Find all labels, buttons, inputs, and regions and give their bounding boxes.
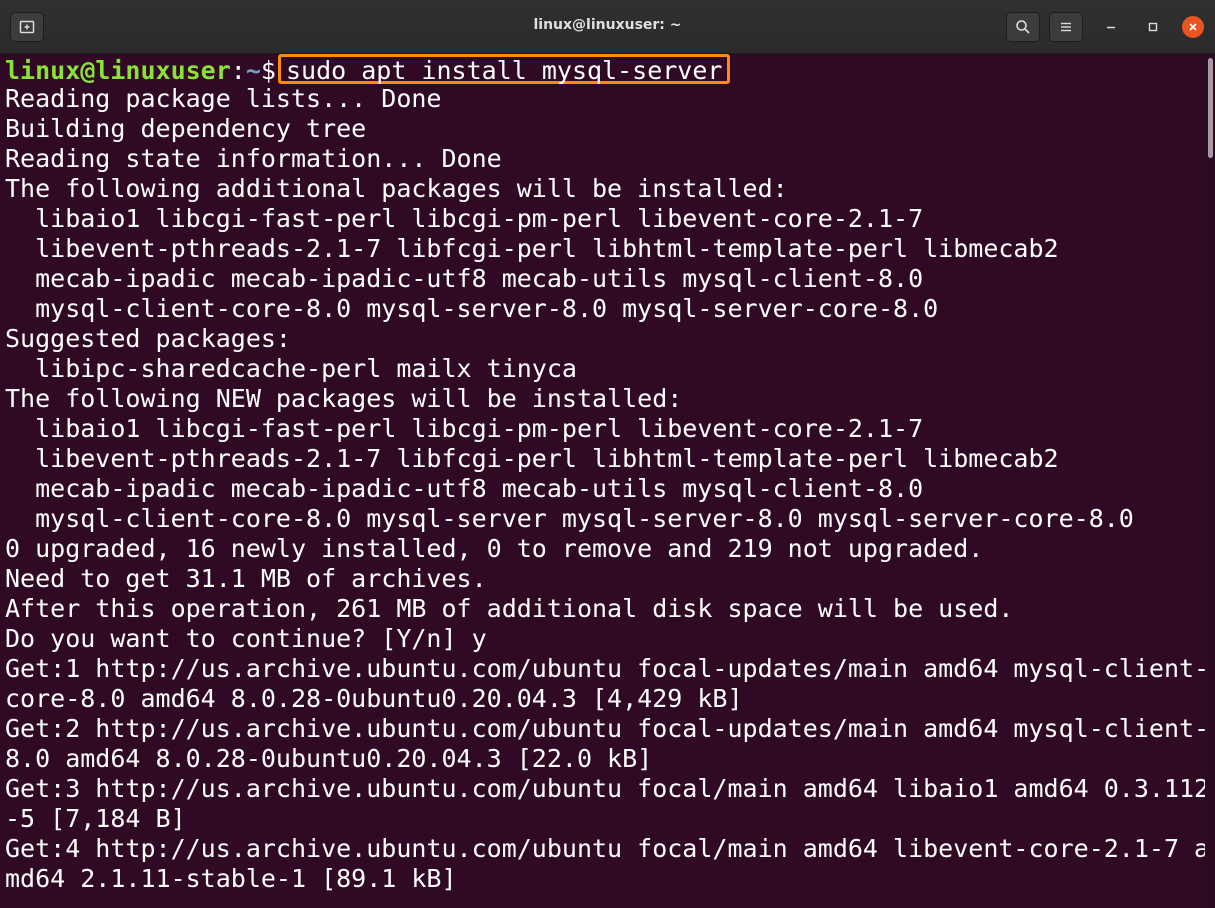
output-line: After this operation, 261 MB of addition… <box>5 594 1014 623</box>
output-line: mecab-ipadic mecab-ipadic-utf8 mecab-uti… <box>5 474 924 503</box>
output-line: libipc-sharedcache-perl mailx tinyca <box>5 354 577 383</box>
close-icon <box>1189 23 1197 31</box>
search-icon <box>1016 20 1030 34</box>
output-line: libevent-pthreads-2.1-7 libfcgi-perl lib… <box>5 234 1059 263</box>
output-line: Get:3 http://us.archive.ubuntu.com/ubunt… <box>5 774 1210 803</box>
output-line: libaio1 libcgi-fast-perl libcgi-pm-perl … <box>5 414 924 443</box>
output-line: mysql-client-core-8.0 mysql-server-8.0 m… <box>5 294 939 323</box>
output-line: Suggested packages: <box>5 324 291 353</box>
minimize-icon <box>1107 26 1115 29</box>
output-line: Building dependency tree <box>5 114 367 143</box>
search-button[interactable] <box>1006 12 1040 42</box>
output-line: mecab-ipadic mecab-ipadic-utf8 mecab-uti… <box>5 264 924 293</box>
terminal-window: linux@linuxuser: ~ linux@linuxuser:~$ su… <box>0 0 1215 908</box>
output-line: Reading state information... Done <box>5 144 502 173</box>
highlighted-command: sudo apt install mysql-server <box>277 54 731 85</box>
close-button[interactable] <box>1182 16 1204 38</box>
output-line: md64 2.1.11-stable-1 [89.1 kB] <box>5 864 457 893</box>
prompt-symbol: $ <box>260 56 276 85</box>
output-line: libevent-pthreads-2.1-7 libfcgi-perl lib… <box>5 444 1059 473</box>
hamburger-menu-icon <box>1061 22 1071 32</box>
output-line: Get:2 http://us.archive.ubuntu.com/ubunt… <box>5 714 1210 743</box>
output-line: mysql-client-core-8.0 mysql-server mysql… <box>5 504 1134 533</box>
menu-button[interactable] <box>1049 12 1083 42</box>
output-line: Get:1 http://us.archive.ubuntu.com/ubunt… <box>5 654 1210 683</box>
maximize-button[interactable] <box>1142 16 1164 38</box>
minimize-button[interactable] <box>1100 16 1122 38</box>
output-line: -5 [7,184 B] <box>5 804 186 833</box>
output-line: Reading package lists... Done <box>5 84 442 113</box>
vertical-scrollbar[interactable] <box>1205 54 1215 908</box>
prompt-line: linux@linuxuser:~$ sudo apt install mysql… <box>5 54 731 85</box>
output-line: The following NEW packages will be insta… <box>5 384 683 413</box>
scrollbar-thumb[interactable] <box>1208 58 1213 158</box>
output-line: 0 upgraded, 16 newly installed, 0 to rem… <box>5 534 984 563</box>
output-line: 8.0 amd64 8.0.28-0ubuntu0.20.04.3 [22.0 … <box>5 744 653 773</box>
output-line: core-8.0 amd64 8.0.28-0ubuntu0.20.04.3 [… <box>5 684 743 713</box>
prompt-separator: : <box>230 56 246 85</box>
output-line: libaio1 libcgi-fast-perl libcgi-pm-perl … <box>5 204 924 233</box>
output-line: Need to get 31.1 MB of archives. <box>5 564 487 593</box>
prompt-user-host: linux@linuxuser <box>5 56 231 85</box>
maximize-icon <box>1148 22 1158 32</box>
output-line: Do you want to continue? [Y/n] y <box>5 624 487 653</box>
prompt-path: ~ <box>245 56 261 85</box>
terminal-output[interactable]: linux@linuxuser:~$ sudo apt install mysql… <box>0 54 1209 908</box>
output-line: Get:4 http://us.archive.ubuntu.com/ubunt… <box>5 834 1210 863</box>
title-bar[interactable]: linux@linuxuser: ~ <box>0 0 1215 54</box>
output-line: The following additional packages will b… <box>5 174 788 203</box>
